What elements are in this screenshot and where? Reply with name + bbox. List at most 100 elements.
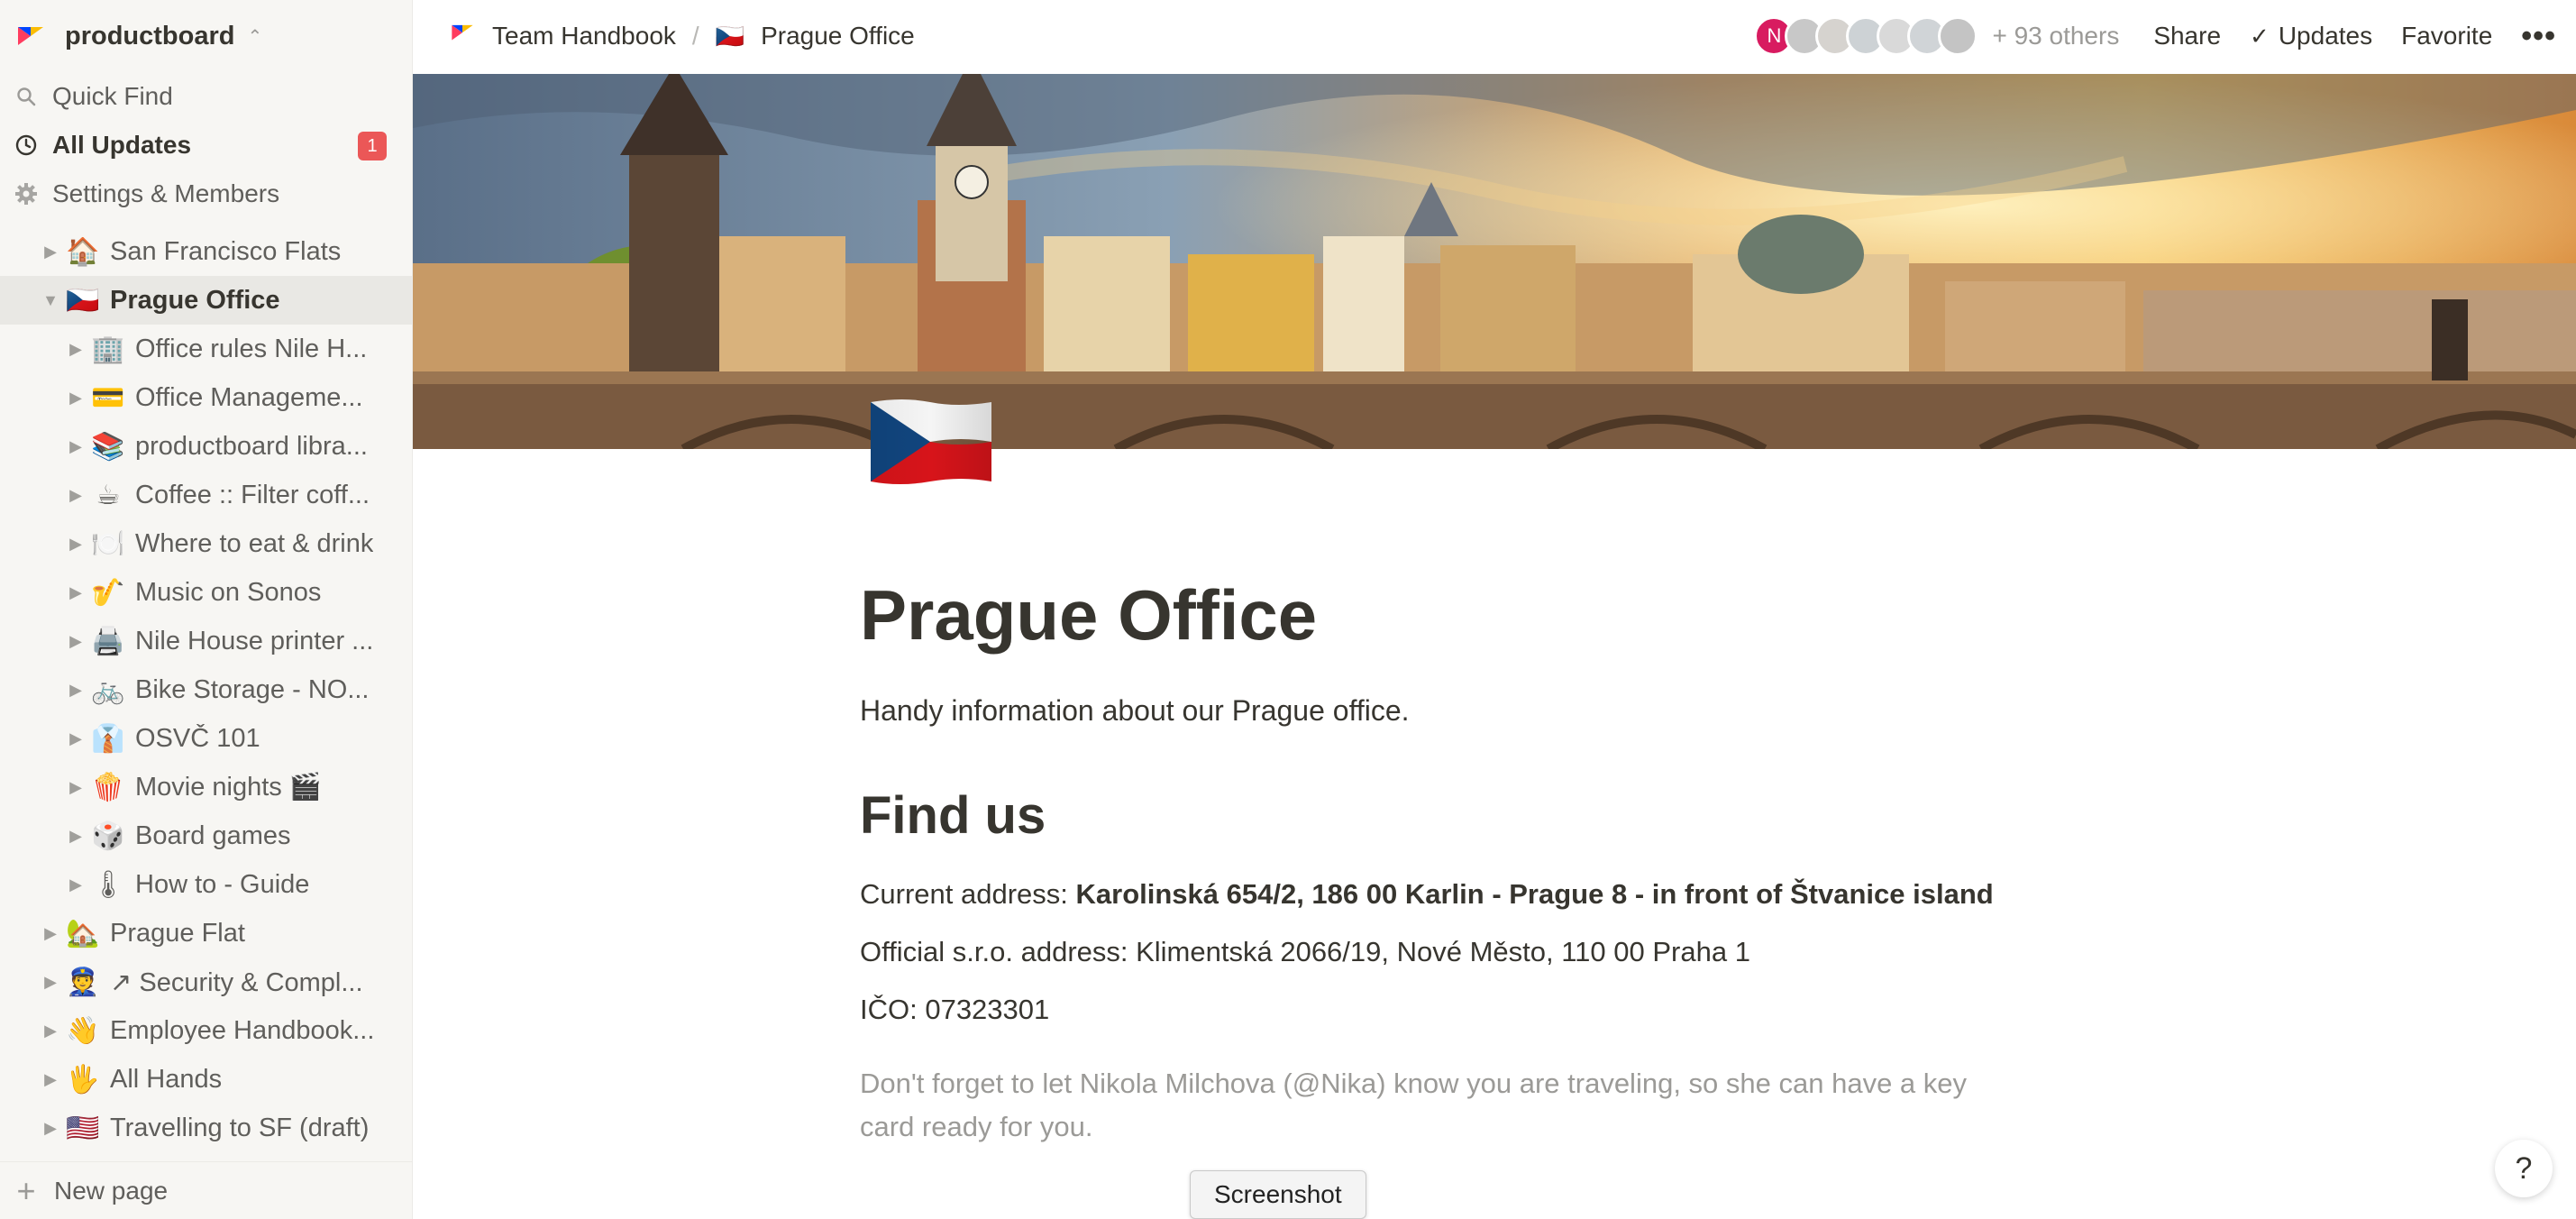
sidebar-page-item[interactable]: ▶ 🖐 All Hands bbox=[0, 1055, 412, 1104]
caret-right-icon[interactable]: ▶ bbox=[63, 778, 88, 797]
sidebar-item-label: Travelling to SF (draft) bbox=[110, 1113, 370, 1142]
sidebar-page-item[interactable]: ▶ 🇺🇸 Travelling to SF (draft) bbox=[0, 1104, 412, 1152]
sidebar-divider bbox=[0, 218, 412, 227]
caret-right-icon[interactable]: ▶ bbox=[63, 875, 88, 894]
workspace-name: productboard bbox=[65, 21, 235, 50]
updates-button[interactable]: ✓ Updates bbox=[2250, 22, 2372, 50]
page-emoji-icon: 🌡 bbox=[90, 869, 126, 900]
sidebar-page-item[interactable]: ▶ 🚲 Bike Storage - NO... bbox=[0, 665, 412, 714]
sidebar-page-item[interactable]: ▶ 🎷 Music on Sonos bbox=[0, 568, 412, 617]
caret-right-icon[interactable]: ▶ bbox=[38, 1119, 63, 1138]
sidebar-page-item[interactable]: ▶ 🏢 Office rules Nile H... bbox=[0, 325, 412, 373]
sidebar-item-label: Prague Office bbox=[110, 285, 280, 315]
sidebar-page-item[interactable]: ▶ 👮 ↗ Security & Compl... bbox=[0, 958, 412, 1006]
caret-down-icon[interactable]: ▼ bbox=[38, 291, 63, 310]
breadcrumb-separator: / bbox=[691, 22, 699, 50]
ico-paragraph[interactable]: IČO: 07323301 bbox=[860, 981, 2122, 1039]
more-options-icon[interactable]: ••• bbox=[2521, 19, 2556, 54]
caret-right-icon[interactable]: ▶ bbox=[63, 340, 88, 359]
sidebar-item-label: Nile House printer ... bbox=[135, 626, 374, 655]
avatar[interactable] bbox=[1938, 16, 1978, 56]
sidebar-item-label: ↗ Security & Compl... bbox=[110, 967, 363, 997]
czech-flag-icon: 🇨🇿 bbox=[715, 22, 745, 50]
caret-right-icon[interactable]: ▶ bbox=[63, 632, 88, 651]
sidebar-item-label: Where to eat & drink bbox=[135, 528, 374, 558]
caret-right-icon[interactable]: ▶ bbox=[38, 1070, 63, 1089]
page-emoji-icon: 👮 bbox=[66, 967, 100, 997]
czech-flag-icon[interactable] bbox=[867, 397, 995, 487]
caret-right-icon[interactable]: ▶ bbox=[63, 389, 88, 408]
page-emoji-icon: 🍿 bbox=[91, 772, 125, 802]
breadcrumb-team-handbook[interactable]: Team Handbook bbox=[449, 22, 676, 51]
check-icon: ✓ bbox=[2250, 22, 2270, 50]
caret-right-icon[interactable]: ▶ bbox=[63, 437, 88, 456]
page-emoji-icon: 🏡 bbox=[66, 918, 100, 949]
sidebar-item-label: All Updates bbox=[52, 131, 192, 159]
sidebar-item-label: All Hands bbox=[110, 1064, 223, 1094]
sidebar-page-item[interactable]: ▶ 🍽️ Where to eat & drink bbox=[0, 519, 412, 568]
collaborator-avatars[interactable]: N bbox=[1754, 16, 1978, 56]
others-count[interactable]: + 93 others bbox=[1992, 22, 2119, 50]
sidebar-item-label: How to - Guide bbox=[135, 869, 310, 899]
sidebar-page-item[interactable]: ▶ 🎲 Board games bbox=[0, 811, 412, 860]
page-emoji-icon: 🇺🇸 bbox=[66, 1113, 100, 1143]
sidebar-page-item[interactable]: ▶ 🖨️ Nile House printer ... bbox=[0, 617, 412, 665]
favorite-button[interactable]: Favorite bbox=[2401, 22, 2492, 50]
page-emoji-icon: 🍽️ bbox=[91, 528, 125, 559]
sidebar-page-item[interactable]: ▶ 👔 OSVČ 101 bbox=[0, 714, 412, 763]
sidebar-page-item[interactable]: ▶ 🍿 Movie nights 🎬 bbox=[0, 763, 412, 811]
section-heading-find-us[interactable]: Find us bbox=[860, 785, 2122, 846]
caret-right-icon[interactable]: ▶ bbox=[63, 535, 88, 554]
sidebar-page-item[interactable]: ▶ ☕ Coffee :: Filter coff... bbox=[0, 471, 412, 519]
page-emoji-icon: 🏠 bbox=[66, 236, 100, 267]
caret-right-icon[interactable]: ▶ bbox=[38, 924, 63, 943]
sidebar-page-item[interactable]: ▶ 📚 productboard libra... bbox=[0, 422, 412, 471]
sidebar-item-label: Office Manageme... bbox=[135, 382, 363, 412]
sidebar-page-item[interactable]: ▶ 🏡 Prague Flat bbox=[0, 909, 412, 958]
updates-count-badge: 1 bbox=[358, 132, 387, 160]
caret-right-icon[interactable]: ▶ bbox=[63, 827, 88, 846]
share-button[interactable]: Share bbox=[2153, 22, 2221, 50]
sidebar-item-label: Quick Find bbox=[52, 82, 173, 110]
caret-right-icon[interactable]: ▶ bbox=[38, 1022, 63, 1040]
workspace-switcher[interactable]: productboard ⌃ bbox=[0, 0, 412, 72]
sidebar-settings-members[interactable]: Settings & Members bbox=[0, 170, 412, 218]
new-page-label: New page bbox=[54, 1176, 169, 1205]
sidebar-item-label: Board games bbox=[135, 820, 291, 850]
page-emoji-icon: 👔 bbox=[91, 723, 125, 754]
caret-right-icon[interactable]: ▶ bbox=[63, 486, 88, 505]
page-subtitle[interactable]: Handy information about our Prague offic… bbox=[860, 694, 2122, 728]
screenshot-tooltip: Screenshot bbox=[1190, 1170, 1366, 1219]
sidebar-page-item[interactable]: ▶ 🌡 How to - Guide bbox=[0, 860, 412, 909]
current-address-paragraph[interactable]: Current address: Karolinská 654/2, 186 0… bbox=[860, 866, 2122, 923]
help-button[interactable]: ? bbox=[2495, 1140, 2553, 1197]
sidebar-page-item[interactable]: ▶ 🏠 San Francisco Flats bbox=[0, 227, 412, 276]
breadcrumb-prague-office[interactable]: 🇨🇿 Prague Office bbox=[716, 22, 915, 50]
caret-right-icon[interactable]: ▶ bbox=[63, 681, 88, 700]
sidebar-item-label: San Francisco Flats bbox=[110, 236, 342, 266]
breadcrumb-label: Team Handbook bbox=[492, 22, 676, 50]
caret-right-icon[interactable]: ▶ bbox=[38, 973, 63, 992]
page-title[interactable]: Prague Office bbox=[860, 576, 2122, 655]
caret-right-icon[interactable]: ▶ bbox=[63, 729, 88, 748]
clock-icon bbox=[13, 132, 40, 159]
updates-label: Updates bbox=[2278, 22, 2373, 50]
sidebar-item-label: Coffee :: Filter coff... bbox=[135, 480, 370, 509]
caret-right-icon[interactable]: ▶ bbox=[38, 243, 63, 261]
new-page-button[interactable]: + New page bbox=[0, 1161, 412, 1219]
cover-image[interactable] bbox=[413, 74, 2576, 449]
official-address-paragraph[interactable]: Official s.r.o. address: Klimentská 2066… bbox=[860, 923, 2122, 981]
page-emoji-icon: ☕ bbox=[96, 480, 121, 510]
sidebar-quick-find[interactable]: Quick Find bbox=[0, 72, 412, 121]
gear-icon bbox=[13, 180, 40, 207]
sidebar-page-item[interactable]: ▼ 🇨🇿 Prague Office bbox=[0, 276, 412, 325]
page-emoji-icon: 🎷 bbox=[91, 577, 125, 608]
sidebar-page-item[interactable]: ▶ 💳 Office Manageme... bbox=[0, 373, 412, 422]
page-emoji-icon: 🖐 bbox=[66, 1064, 100, 1095]
page-emoji-icon: 🖨️ bbox=[91, 626, 125, 656]
sidebar-item-label: Movie nights 🎬 bbox=[135, 773, 322, 802]
sidebar-all-updates[interactable]: All Updates 1 bbox=[0, 121, 412, 170]
sidebar-page-item[interactable]: ▶ 👋 Employee Handbook... bbox=[0, 1006, 412, 1055]
travel-note[interactable]: Don't forget to let Nikola Milchova (@Ni… bbox=[860, 1062, 2014, 1149]
caret-right-icon[interactable]: ▶ bbox=[63, 583, 88, 602]
